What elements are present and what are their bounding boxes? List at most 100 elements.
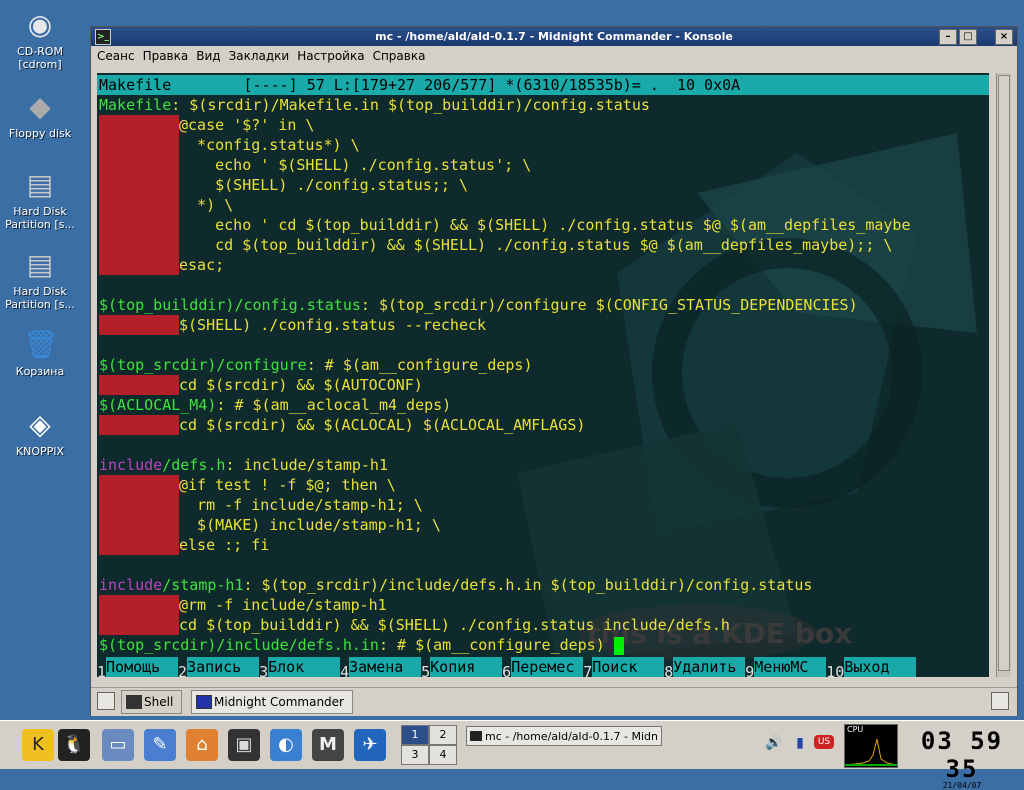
menu-item[interactable]: Правка bbox=[143, 49, 189, 63]
minimize-button[interactable]: – bbox=[939, 29, 957, 45]
konsole-icon[interactable]: >_ bbox=[95, 29, 111, 45]
code-text: : # $(am__aclocal_m4_deps) bbox=[216, 396, 452, 414]
menu-item[interactable]: Сеанс bbox=[97, 49, 135, 63]
terminal-icon bbox=[126, 695, 142, 709]
tab-label: Midnight Commander bbox=[214, 695, 344, 709]
task-title: mc - /home/ald/ald-0.1.7 - Midn bbox=[485, 730, 659, 743]
scrollbar-thumb[interactable] bbox=[998, 75, 1010, 671]
tux-icon[interactable]: 🐧 bbox=[58, 729, 90, 761]
hard-disk-icon[interactable]: ▤ Hard Disk Partition [s... bbox=[4, 168, 76, 231]
code-text: : $(top_srcdir)/configure $(CONFIG_STATU… bbox=[360, 296, 858, 314]
fkey-7[interactable]: 7Поиск bbox=[583, 657, 665, 677]
keyboard-layout-flag-icon[interactable]: US bbox=[814, 735, 834, 749]
konsole-icon bbox=[470, 731, 482, 741]
fkey-number: 8 bbox=[664, 663, 674, 677]
menu-item[interactable]: Вид bbox=[196, 49, 220, 63]
pager-desktop-4[interactable]: 4 bbox=[429, 745, 457, 765]
tab-marker bbox=[99, 415, 179, 435]
fkey-number: 1 bbox=[97, 663, 107, 677]
floppy-disk-glyph: ◆ bbox=[29, 90, 51, 123]
new-session-button[interactable] bbox=[97, 692, 115, 710]
tab-marker bbox=[99, 615, 179, 635]
code-text: $(top_srcdir)/configure bbox=[99, 356, 307, 374]
floppy-disk-icon[interactable]: ◆ Floppy disk bbox=[4, 90, 76, 140]
fkey-9[interactable]: 9МенюMC bbox=[745, 657, 827, 677]
tab-marker bbox=[99, 135, 179, 155]
code-text: else :; fi bbox=[179, 536, 270, 554]
code-text: @if test ! -f $@; then \ bbox=[179, 476, 396, 494]
desktop-icon-label: CD-ROM [cdrom] bbox=[17, 45, 63, 71]
clock[interactable]: 03 59 35 21/04/07 bbox=[904, 727, 1020, 790]
pager-desktop-3[interactable]: 3 bbox=[401, 745, 429, 765]
code-text: $(ACLOCAL_M4) bbox=[99, 396, 217, 414]
home-folder-icon[interactable]: ✎ bbox=[144, 729, 176, 761]
editor-line: echo ' cd $(top_builddir) && $(SHELL) ./… bbox=[99, 215, 911, 235]
tab-shell[interactable]: Shell bbox=[121, 690, 183, 714]
tab-marker bbox=[99, 215, 179, 235]
volume-icon[interactable]: 🔊 bbox=[764, 733, 784, 753]
kde-menu-icon[interactable]: K bbox=[22, 729, 54, 761]
fkey-5[interactable]: 5Копия bbox=[421, 657, 503, 677]
editor-line: $(top_srcdir)/include/defs.h.in: # $(am_… bbox=[99, 635, 624, 655]
fkey-number: 6 bbox=[502, 663, 512, 677]
tab-marker bbox=[99, 535, 179, 555]
trash-icon[interactable]: 🗑 Корзина bbox=[4, 328, 76, 378]
menubar: Сеанс Правка Вид Закладки Настройка Справка bbox=[91, 46, 1017, 66]
desktop-icon[interactable]: ▭ bbox=[102, 729, 134, 761]
fkey-number: 10 bbox=[826, 663, 845, 677]
tab-marker bbox=[99, 235, 179, 255]
close-button[interactable]: × bbox=[995, 29, 1013, 45]
trash-glyph: 🗑 bbox=[23, 328, 59, 361]
konqueror-icon[interactable]: ◐ bbox=[270, 729, 302, 761]
taskbar: K 🐧 ▭ ✎ ⌂ ▣ ◐ M ✈ 1 2 3 4 mc - /home/ald… bbox=[0, 720, 1024, 790]
tab-midnight-commander[interactable]: Midnight Commander bbox=[191, 690, 353, 714]
maximize-button[interactable]: □ bbox=[959, 29, 977, 45]
code-text: cd $(top_builddir) && $(SHELL) ./config.… bbox=[179, 236, 893, 254]
editor-line: cd $(srcdir) && $(ACLOCAL) $(ACLOCAL_AMF… bbox=[99, 415, 585, 435]
fkey-label: Копия bbox=[430, 657, 503, 677]
taskbar-window-button[interactable]: mc - /home/ald/ald-0.1.7 - Midn bbox=[466, 726, 662, 746]
pager-desktop-1[interactable]: 1 bbox=[401, 725, 429, 745]
editor-line: $(ACLOCAL_M4): # $(am__aclocal_m4_deps) bbox=[99, 395, 451, 415]
openoffice-icon[interactable]: ✈ bbox=[354, 729, 386, 761]
window-titlebar[interactable]: >_ mc - /home/ald/ald-0.1.7 - Midnight C… bbox=[91, 27, 1017, 46]
mc-launcher-icon[interactable]: M bbox=[312, 729, 344, 761]
close-session-button[interactable] bbox=[991, 692, 1009, 710]
home-icon[interactable]: ⌂ bbox=[186, 729, 218, 761]
desktop-icon-label: Floppy disk bbox=[8, 127, 72, 140]
code-text: include bbox=[99, 576, 163, 594]
tab-marker bbox=[99, 115, 179, 135]
fkey-3[interactable]: 3Блок bbox=[259, 657, 341, 677]
editor-status-line: Makefile [----] 57 L:[179+27 206/577] *(… bbox=[97, 75, 989, 95]
editor-line: cd $(srcdir) && $(AUTOCONF) bbox=[99, 375, 423, 395]
hard-disk-glyph: ▤ bbox=[26, 168, 54, 201]
pager-desktop-2[interactable]: 2 bbox=[429, 725, 457, 745]
editor-line: include/defs.h: include/stamp-h1 bbox=[99, 455, 388, 475]
cpu-monitor[interactable]: CPU bbox=[844, 724, 898, 768]
hard-disk-icon[interactable]: ▤ Hard Disk Partition [s... bbox=[4, 248, 76, 311]
fkey-6[interactable]: 6Перемес bbox=[502, 657, 584, 677]
knoppix-icon[interactable]: ◈ KNOPPIX bbox=[4, 408, 76, 458]
code-text: $(SHELL) ./config.status --recheck bbox=[179, 316, 487, 334]
fkey-8[interactable]: 8Удалить bbox=[664, 657, 746, 677]
editor-line: include/stamp-h1: $(top_srcdir)/include/… bbox=[99, 575, 812, 595]
code-text: include bbox=[99, 456, 163, 474]
cd-rom-glyph: ◉ bbox=[27, 8, 53, 41]
konsole-launcher-icon[interactable]: ▣ bbox=[228, 729, 260, 761]
menu-item[interactable]: Закладки bbox=[229, 49, 290, 63]
fkey-2[interactable]: 2Запись bbox=[178, 657, 260, 677]
editor-line: $(SHELL) ./config.status;; \ bbox=[99, 175, 468, 195]
code-text: @case '$?' in \ bbox=[179, 116, 315, 134]
terminal[interactable]: this is a KDE box Makefile [----] 57 L:[… bbox=[97, 73, 989, 677]
fkey-4[interactable]: 4Замена bbox=[340, 657, 422, 677]
tab-marker bbox=[99, 195, 179, 215]
fkey-1[interactable]: 1Помощь bbox=[97, 657, 179, 677]
menu-item[interactable]: Настройка bbox=[297, 49, 364, 63]
menu-item[interactable]: Справка bbox=[373, 49, 426, 63]
klipper-icon[interactable]: ▮ bbox=[790, 733, 810, 753]
fkey-10[interactable]: 10Выход bbox=[826, 657, 917, 677]
editor-line: $(top_srcdir)/configure: # $(am__configu… bbox=[99, 355, 533, 375]
cd-rom-icon[interactable]: ◉ CD-ROM [cdrom] bbox=[4, 8, 76, 71]
code-text: $(top_srcdir)/include/defs.h.in bbox=[99, 636, 379, 654]
terminal-scrollbar[interactable] bbox=[996, 73, 1011, 677]
